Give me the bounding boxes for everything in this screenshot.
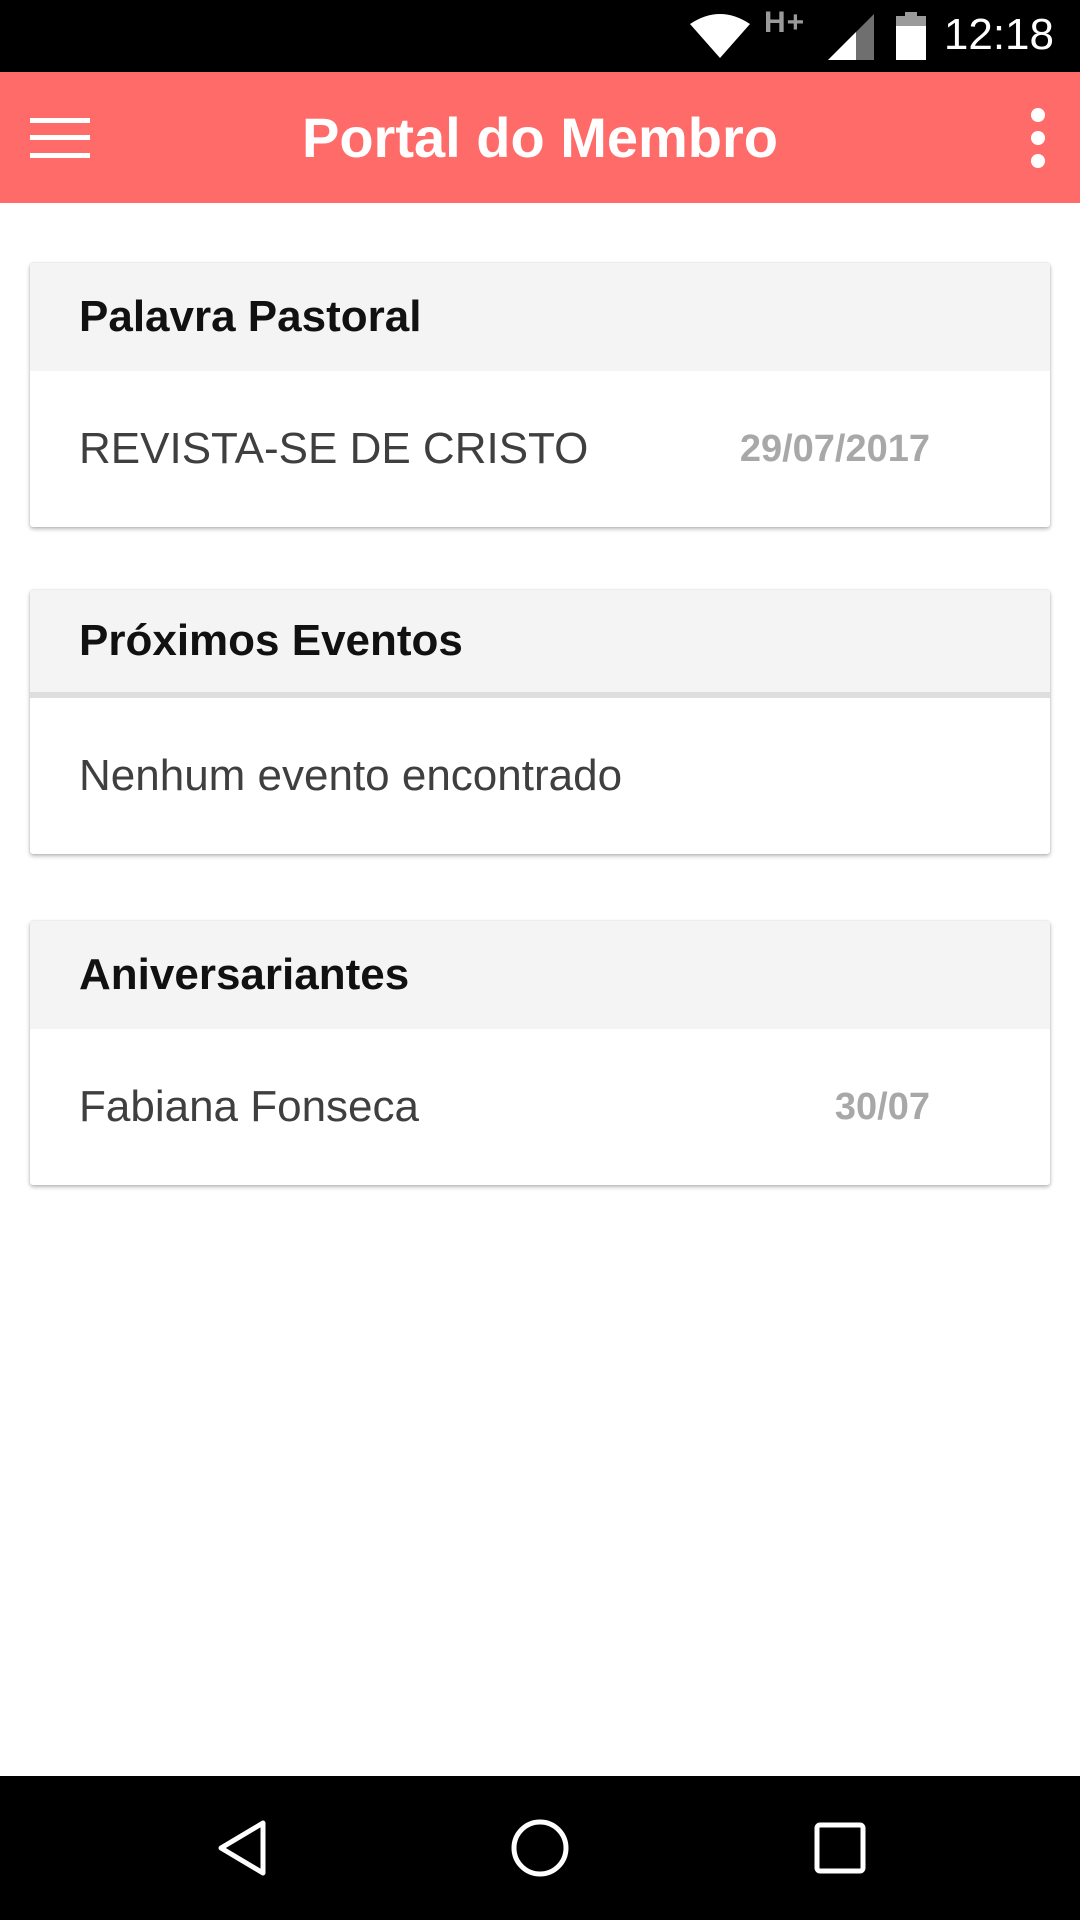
page-title: Portal do Membro [301,106,779,169]
status-time: 12:18 [943,10,1054,59]
battery-icon [896,12,926,60]
status-bar: H+ 12:18 [0,0,1080,72]
home-button[interactable] [500,1808,580,1888]
back-icon [218,1820,266,1876]
birthdays-card-title: Aniversariantes [30,921,1050,1029]
screen: H+ 12:18 Portal do Membro Palavra Pastor… [0,0,1080,1920]
pastoral-item[interactable]: REVISTA-SE DE CRISTO 29/07/2017 [30,371,1050,527]
wifi-icon [690,14,750,58]
birthday-item-date: 30/07 [834,1085,930,1128]
recents-button[interactable] [800,1808,880,1888]
pastoral-item-title: REVISTA-SE DE CRISTO [79,424,589,473]
network-type-label: H+ [764,6,806,39]
recents-icon [814,1822,866,1874]
back-button[interactable] [202,1808,282,1888]
birthday-item[interactable]: Fabiana Fonseca 30/07 [30,1029,1050,1185]
more-vert-icon [1031,108,1045,168]
birthdays-card: Aniversariantes Fabiana Fonseca 30/07 [30,921,1050,1185]
pastoral-item-date: 29/07/2017 [739,427,930,470]
pastoral-card-title: Palavra Pastoral [30,263,1050,371]
overflow-menu-button[interactable] [1010,102,1066,174]
events-empty-row: Nenhum evento encontrado [30,698,1050,854]
pastoral-card: Palavra Pastoral REVISTA-SE DE CRISTO 29… [30,263,1050,527]
events-card-title: Próximos Eventos [30,590,1050,698]
app-bar: Portal do Membro [0,72,1080,203]
events-card: Próximos Eventos Nenhum evento encontrad… [30,590,1050,854]
signal-icon [828,14,874,60]
birthday-item-name: Fabiana Fonseca [79,1082,419,1131]
events-empty-message: Nenhum evento encontrado [79,751,623,800]
home-icon [511,1819,569,1877]
navigation-bar [0,1776,1080,1920]
